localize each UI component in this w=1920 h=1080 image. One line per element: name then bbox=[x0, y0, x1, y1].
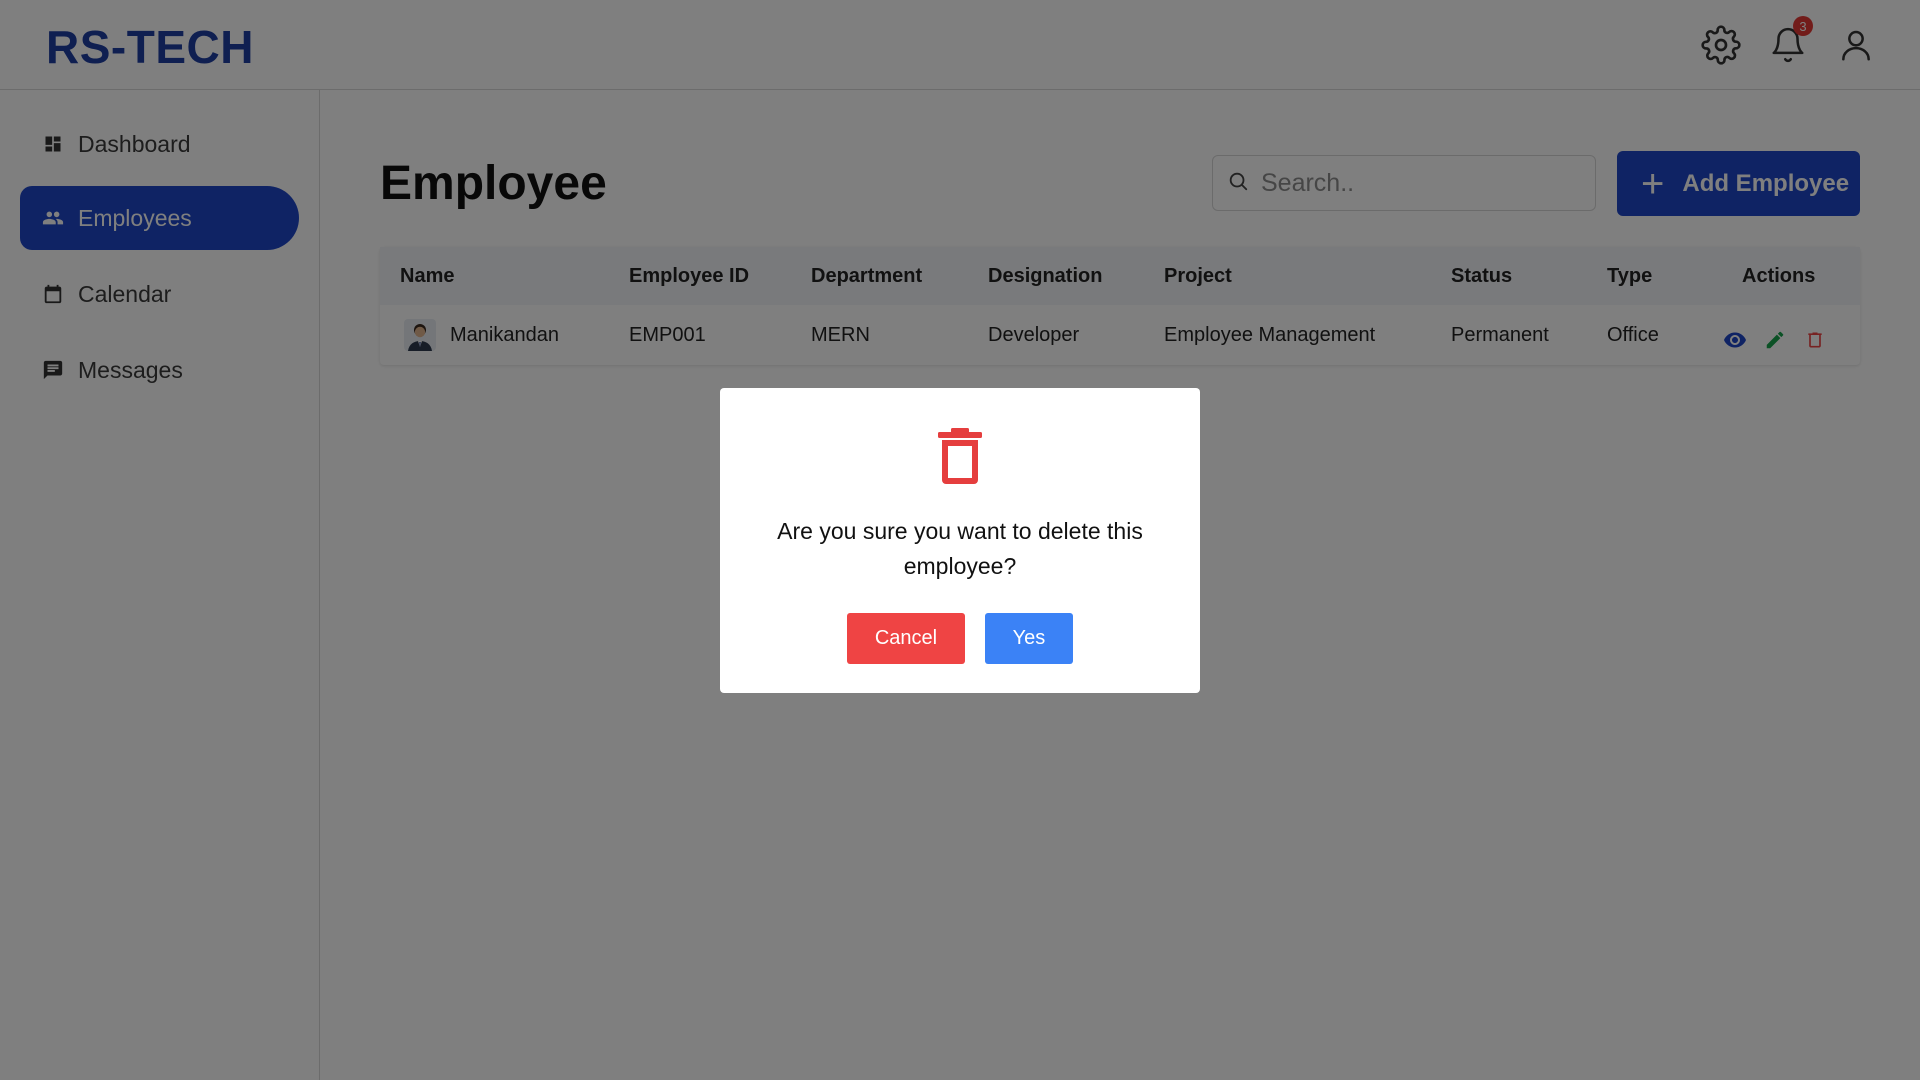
trash-icon bbox=[936, 426, 984, 486]
cancel-button[interactable]: Cancel bbox=[847, 613, 965, 664]
dialog-message: Are you sure you want to delete this emp… bbox=[777, 518, 1143, 579]
confirm-button[interactable]: Yes bbox=[985, 613, 1073, 664]
delete-confirm-dialog: Are you sure you want to delete this emp… bbox=[720, 388, 1200, 693]
